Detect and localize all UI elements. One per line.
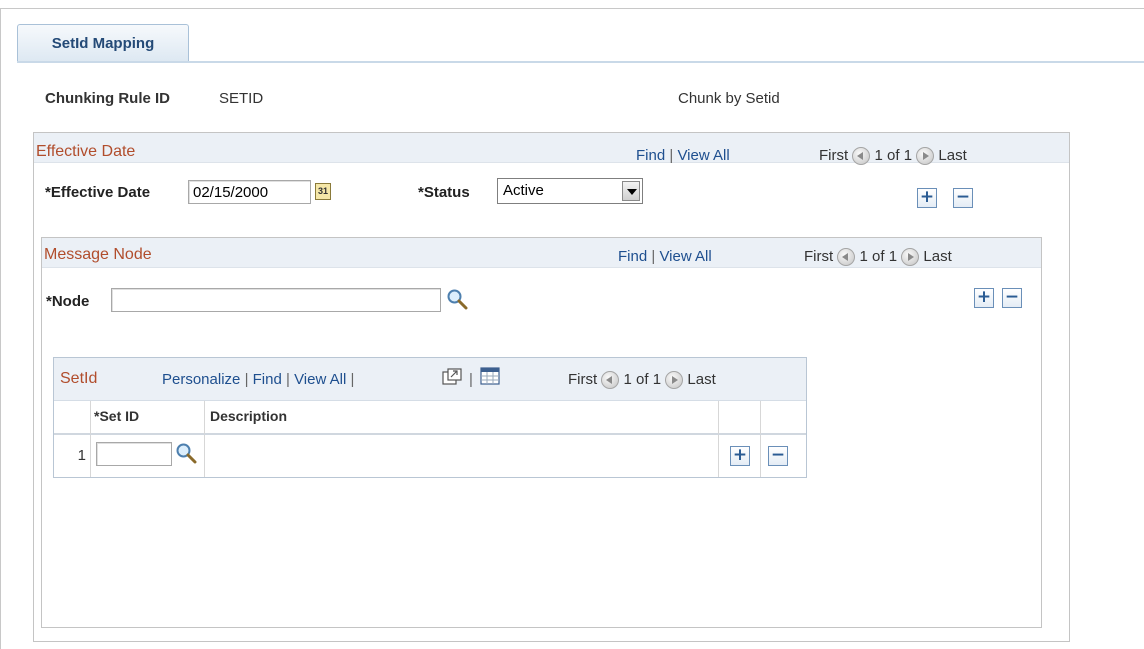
status-label: *Status — [418, 184, 470, 201]
right-arrow-icon[interactable] — [665, 371, 684, 390]
description-cell — [205, 435, 719, 477]
message-node-group: Message Node Find | View All First 1 of … — [41, 237, 1042, 628]
last-label: Last — [923, 248, 952, 265]
column-delete — [761, 401, 806, 434]
setid-grid-pager: First 1 of 1 Last — [568, 371, 716, 390]
first-label: First — [568, 371, 598, 388]
magnifier-icon[interactable] — [175, 442, 197, 464]
column-header-description: Description — [210, 408, 288, 424]
first-label: First — [819, 147, 849, 164]
status-selected-value: Active — [503, 182, 544, 199]
view-all-link[interactable]: View All — [677, 147, 729, 164]
chevron-down-icon[interactable] — [622, 181, 640, 201]
last-label: Last — [687, 371, 716, 388]
spreadsheet-icon[interactable] — [480, 367, 500, 385]
column-set-id: *Set ID — [91, 401, 205, 434]
personalize-link[interactable]: Personalize — [162, 371, 240, 388]
delete-row-button[interactable]: − — [768, 446, 788, 466]
last-label: Last — [938, 147, 967, 164]
page-border-left — [0, 8, 1, 649]
node-input[interactable] — [111, 288, 441, 312]
view-all-link[interactable]: View All — [659, 248, 711, 265]
nav-separator: | — [244, 371, 249, 388]
view-all-link[interactable]: View All — [294, 371, 346, 388]
add-cell: + — [719, 435, 761, 477]
set-id-input[interactable] — [96, 442, 172, 466]
set-id-cell — [91, 435, 205, 477]
setid-grid-header: SetId Personalize | Find | View All | | — [54, 358, 806, 400]
message-node-pager: First 1 of 1 Last — [804, 248, 952, 267]
find-link[interactable]: Find — [636, 147, 665, 164]
column-description: Description — [205, 401, 719, 434]
effective-date-pager: First 1 of 1 Last — [819, 147, 967, 166]
row-number-cell: 1 — [54, 435, 91, 477]
delete-cell: − — [761, 435, 806, 477]
new-window-icon[interactable] — [442, 368, 462, 386]
record-count: 1 of 1 — [859, 248, 898, 265]
setid-grid-title: SetId — [60, 370, 98, 387]
setid-grid: SetId Personalize | Find | View All | | — [53, 357, 807, 478]
add-row-button[interactable]: + — [917, 188, 937, 208]
effective-date-group-title: Effective Date — [36, 143, 136, 160]
nav-separator: | — [350, 371, 355, 388]
left-arrow-icon[interactable] — [837, 248, 856, 267]
setid-grid-nav: Personalize | Find | View All | — [162, 371, 354, 388]
message-node-nav: Find | View All — [618, 248, 712, 265]
find-link[interactable]: Find — [253, 371, 282, 388]
effective-date-input[interactable] — [188, 180, 311, 204]
chunking-rule-description: Chunk by Setid — [678, 90, 780, 107]
first-label: First — [804, 248, 834, 265]
row-number: 1 — [77, 447, 86, 464]
tab-underline — [17, 61, 1144, 63]
delete-row-button[interactable]: − — [1002, 288, 1022, 308]
add-row-button[interactable]: + — [730, 446, 750, 466]
chunking-rule-value: SETID — [219, 90, 264, 107]
effective-date-group: Effective Date Find | View All First 1 o… — [33, 132, 1070, 642]
message-node-group-title: Message Node — [44, 246, 152, 263]
find-link[interactable]: Find — [618, 248, 647, 265]
message-node-group-header: Message Node Find | View All First 1 of … — [42, 238, 1041, 268]
setid-grid-column-header: *Set ID Description — [54, 400, 806, 435]
effective-date-nav: Find | View All — [636, 147, 730, 164]
left-arrow-icon[interactable] — [601, 371, 620, 390]
node-label: *Node — [46, 293, 90, 310]
nav-separator: | — [469, 371, 473, 388]
page-border-top — [0, 8, 1144, 9]
right-arrow-icon[interactable] — [901, 248, 920, 267]
nav-separator: | — [651, 248, 656, 265]
row-number-column — [54, 401, 91, 434]
right-arrow-icon[interactable] — [916, 147, 935, 166]
nav-separator: | — [286, 371, 290, 388]
effective-date-label: *Effective Date — [45, 184, 151, 201]
record-count: 1 of 1 — [623, 371, 662, 388]
calendar-icon[interactable]: 31 — [315, 183, 331, 200]
column-add — [719, 401, 761, 434]
delete-row-button[interactable]: − — [953, 188, 973, 208]
nav-separator: | — [669, 147, 674, 164]
column-header-set-id: *Set ID — [94, 408, 140, 424]
effective-date-group-header: Effective Date Find | View All First 1 o… — [34, 133, 1069, 166]
chunking-rule-label: Chunking Rule ID — [45, 90, 170, 107]
table-row: 1 + − — [54, 435, 806, 477]
tab-setid-mapping[interactable]: SetId Mapping — [17, 24, 189, 62]
record-count: 1 of 1 — [874, 147, 913, 164]
left-arrow-icon[interactable] — [852, 147, 871, 166]
magnifier-icon[interactable] — [446, 288, 468, 310]
add-row-button[interactable]: + — [974, 288, 994, 308]
status-select[interactable]: Active — [497, 178, 643, 204]
